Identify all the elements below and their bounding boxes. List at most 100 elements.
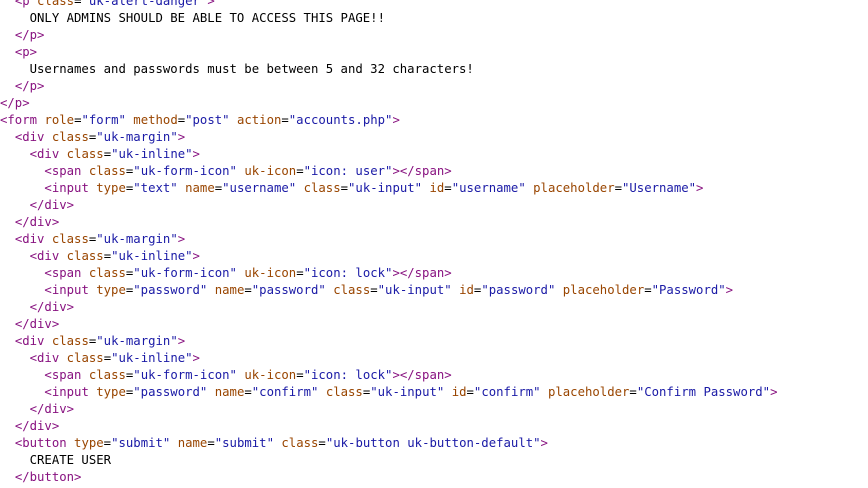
text-token: Usernames and passwords must be between … bbox=[0, 62, 474, 76]
html-tag-token: <p bbox=[14, 0, 30, 8]
text-token: = bbox=[281, 113, 289, 127]
source-line: <div class="uk-inline"> bbox=[0, 350, 868, 367]
html-tag-token: > bbox=[770, 385, 778, 399]
source-line: <div class="uk-inline"> bbox=[0, 248, 868, 265]
attribute-name-token: role bbox=[44, 113, 75, 127]
attribute-value-token: "accounts.php" bbox=[288, 113, 393, 127]
text-token: = bbox=[103, 351, 112, 365]
source-line: <div class="uk-margin"> bbox=[0, 231, 868, 248]
source-line: <div class="uk-margin"> bbox=[0, 333, 868, 350]
attribute-value-token: "form" bbox=[81, 113, 126, 127]
attribute-name-token: placeholder bbox=[562, 283, 645, 297]
text-token: = bbox=[207, 436, 215, 450]
source-line: Usernames and passwords must be between … bbox=[0, 61, 868, 78]
attribute-name-token: id bbox=[459, 283, 474, 297]
html-tag-token: <input bbox=[44, 181, 89, 195]
attribute-name-token: class bbox=[51, 334, 89, 348]
attribute-name-token: class bbox=[281, 436, 319, 450]
source-line: <form role="form" method="post" action="… bbox=[0, 112, 868, 129]
html-tag-token: > bbox=[696, 181, 704, 195]
source-line: </div> bbox=[0, 214, 868, 231]
source-line: </p> bbox=[0, 78, 868, 95]
source-line: <div class="uk-inline"> bbox=[0, 146, 868, 163]
text-token: = bbox=[103, 147, 112, 161]
text-token: = bbox=[370, 283, 378, 297]
attribute-value-token: "password" bbox=[133, 283, 208, 297]
source-line: <button type="submit" name="submit" clas… bbox=[0, 435, 868, 452]
attribute-name-token: name bbox=[214, 385, 245, 399]
attribute-value-token: "Password" bbox=[651, 283, 726, 297]
text-token: = bbox=[103, 436, 112, 450]
html-tag-token: <div bbox=[29, 147, 60, 161]
html-tag-token: </button> bbox=[14, 470, 82, 484]
attribute-name-token: placeholder bbox=[533, 181, 615, 195]
attribute-value-token: "username" bbox=[451, 181, 526, 195]
html-tag-token: > bbox=[207, 0, 215, 8]
source-line: <span class="uk-form-icon" uk-icon="icon… bbox=[0, 265, 868, 282]
html-tag-token: <div bbox=[29, 351, 60, 365]
html-tag-token: <button bbox=[14, 436, 67, 450]
attribute-value-token: "Username" bbox=[622, 181, 697, 195]
html-tag-token: <p> bbox=[14, 45, 38, 59]
text-token: = bbox=[444, 181, 452, 195]
attribute-value-token: "uk-form-icon" bbox=[133, 266, 237, 280]
html-tag-token: > bbox=[192, 351, 200, 365]
attribute-name-token: method bbox=[133, 113, 178, 127]
html-tag-token: <input bbox=[44, 283, 89, 297]
text-token: = bbox=[177, 113, 186, 127]
attribute-name-token: class bbox=[325, 385, 363, 399]
attribute-value-token: "password" bbox=[133, 385, 208, 399]
attribute-value-token: "uk-form-icon" bbox=[133, 164, 237, 178]
html-tag-token: </div> bbox=[14, 317, 60, 331]
text-token: = bbox=[244, 283, 252, 297]
attribute-name-token: class bbox=[333, 283, 371, 297]
source-line: </div> bbox=[0, 299, 868, 316]
source-line: <p> bbox=[0, 44, 868, 61]
attribute-value-token: "uk-input" bbox=[377, 283, 452, 297]
html-tag-token: <div bbox=[29, 249, 60, 263]
html-tag-token: ></span> bbox=[392, 266, 452, 280]
attribute-name-token: id bbox=[451, 385, 467, 399]
attribute-value-token: "password" bbox=[481, 283, 556, 297]
text-token: ONLY ADMINS SHOULD BE ABLE TO ACCESS THI… bbox=[0, 11, 385, 25]
html-tag-token: </div> bbox=[29, 402, 75, 416]
attribute-name-token: type bbox=[96, 385, 126, 399]
attribute-value-token: "submit" bbox=[214, 436, 274, 450]
attribute-name-token: action bbox=[236, 113, 282, 127]
attribute-value-token: "uk-inline" bbox=[111, 351, 193, 365]
text-token: = bbox=[644, 283, 652, 297]
html-tag-token: > bbox=[540, 436, 548, 450]
text-token: = bbox=[296, 266, 304, 280]
attribute-value-token: "uk-inline" bbox=[111, 249, 193, 263]
attribute-value-token: "Confirm Password" bbox=[636, 385, 771, 399]
html-tag-token: </div> bbox=[29, 300, 75, 314]
html-tag-token: > bbox=[177, 334, 186, 348]
html-tag-token: <span bbox=[44, 266, 82, 280]
html-tag-token: > bbox=[192, 249, 200, 263]
html-tag-token: </p> bbox=[14, 79, 45, 93]
attribute-value-token: "uk-margin" bbox=[96, 130, 178, 144]
